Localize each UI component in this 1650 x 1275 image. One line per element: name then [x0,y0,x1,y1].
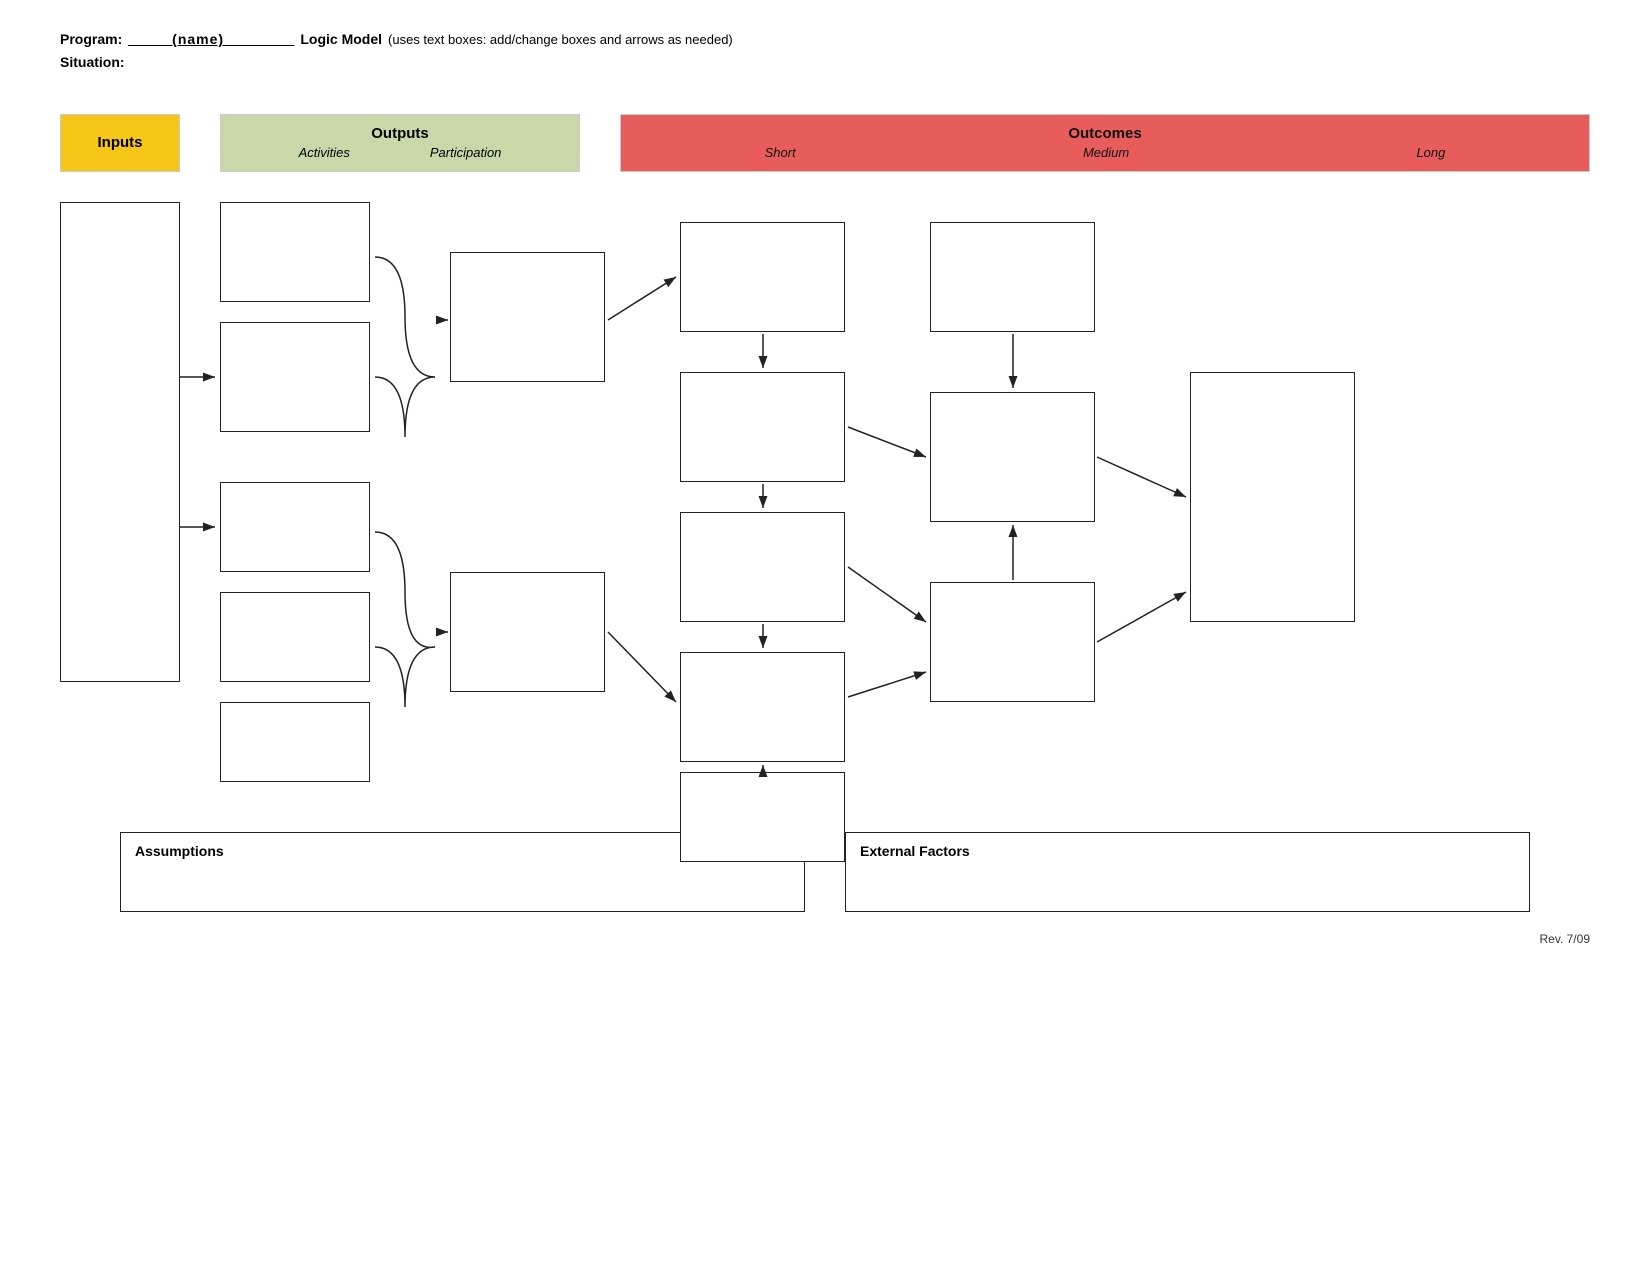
gap1 [180,114,220,172]
outcomes-sublabels: Short Medium Long [621,145,1589,160]
activity-box-5[interactable] [220,702,370,782]
long-outcome-1[interactable] [1190,372,1355,622]
outcomes-header: Outcomes Short Medium Long [620,114,1590,172]
short-outcome-5[interactable] [680,772,845,862]
activity-box-4[interactable] [220,592,370,682]
activity-box-3[interactable] [220,482,370,572]
activity-box-2[interactable] [220,322,370,432]
short-outcome-2[interactable] [680,372,845,482]
external-factors-box[interactable]: External Factors [845,832,1530,912]
logic-model-title: Logic Model [300,28,382,50]
revision-note: Rev. 7/09 [0,922,1650,956]
program-name: _____(name)________ [128,28,294,50]
diagram-area: Inputs Outputs Activities Participation … [60,114,1590,912]
program-label: Program: [60,28,122,50]
page-header: Program: _____(name)________ Logic Model… [0,0,1650,84]
situation-label: Situation: [60,51,1590,74]
medium-outcome-3[interactable] [930,582,1095,702]
flow-area [60,192,1590,812]
column-headers: Inputs Outputs Activities Participation … [60,114,1590,172]
participation-box-1[interactable] [450,252,605,382]
participation-box-2[interactable] [450,572,605,692]
inputs-header: Inputs [60,114,180,172]
header-line1: Program: _____(name)________ Logic Model… [60,28,1590,51]
outputs-header: Outputs Activities Participation [220,114,580,172]
activity-box-1[interactable] [220,202,370,302]
short-outcome-3[interactable] [680,512,845,622]
inputs-box[interactable] [60,202,180,682]
header-note: (uses text boxes: add/change boxes and a… [388,30,733,51]
short-outcome-1[interactable] [680,222,845,332]
short-outcome-4[interactable] [680,652,845,762]
medium-outcome-1[interactable] [930,222,1095,332]
outputs-sublabels: Activities Participation [299,145,502,160]
gap2 [580,114,620,172]
external-factors-label: External Factors [860,843,1515,859]
medium-outcome-2[interactable] [930,392,1095,522]
